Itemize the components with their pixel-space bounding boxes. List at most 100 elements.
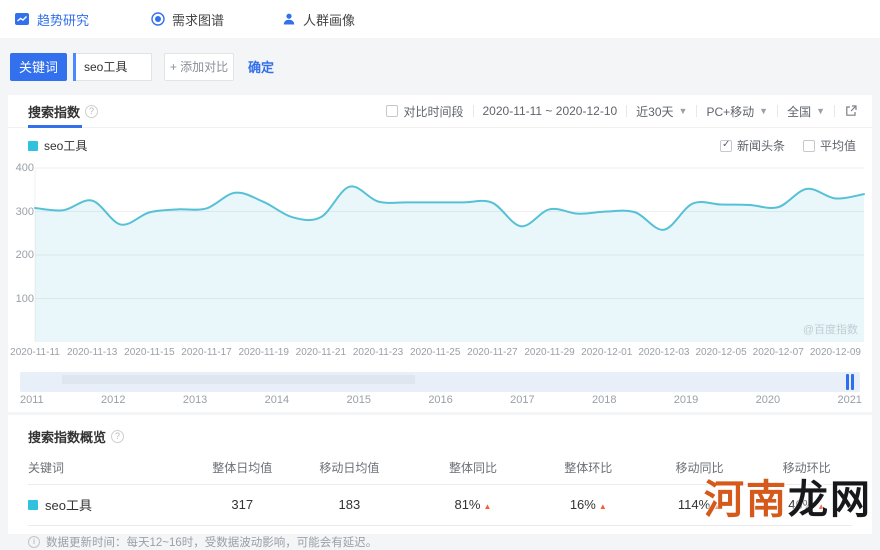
col-overall-mom: 整体环比: [538, 452, 638, 485]
col-keyword: 关键词: [28, 452, 193, 485]
x-tick-label: 2020-11-29: [524, 347, 575, 358]
timeline-year-label: 2017: [510, 394, 535, 406]
col-mobile-mom: 移动环比: [761, 452, 852, 485]
time-range-select[interactable]: 近30天 ▼: [636, 103, 687, 120]
active-tab-indicator: [28, 125, 82, 128]
timeline-year-label: 2016: [428, 394, 453, 406]
tab-search-index-label: 搜索指数: [28, 104, 81, 120]
chart-watermark: @百度指数: [802, 324, 858, 336]
y-tick-label: 100: [15, 292, 34, 305]
tab-row: 搜索指数 对比时间段 2020-11-11 ~ 2020-12-10 近30天 …: [8, 95, 872, 128]
search-index-card: 搜索指数 对比时间段 2020-11-11 ~ 2020-12-10 近30天 …: [8, 95, 872, 412]
up-arrow-icon: ▲: [713, 502, 722, 511]
keyword-input-wrap: [73, 52, 152, 81]
divider: [834, 105, 835, 117]
date-range-value: 2020-11-11 ~ 2020-12-10: [482, 104, 618, 118]
compare-period-checkbox[interactable]: 对比时间段: [386, 103, 464, 120]
device-value: PC+移动: [706, 104, 755, 119]
up-arrow-icon: ▲: [483, 502, 492, 511]
average-label: 平均值: [819, 139, 856, 153]
keyword-input[interactable]: [76, 52, 152, 81]
region-value: 全国: [787, 104, 812, 119]
tab-search-index[interactable]: 搜索指数: [28, 102, 99, 121]
keyword-cell: seo工具: [28, 495, 193, 514]
timeline-year-label: 2015: [346, 394, 371, 406]
x-tick-label: 2020-11-15: [124, 347, 175, 358]
x-tick-label: 2020-11-27: [467, 347, 518, 358]
nav-demand-map-label: 需求图谱: [172, 12, 225, 28]
slider-preview: [62, 375, 415, 384]
divider: [626, 105, 628, 117]
y-tick-label: 200: [15, 249, 34, 261]
legend-row: seo工具 新闻头条 平均值: [8, 128, 872, 163]
date-range-picker[interactable]: 2020-11-11 ~ 2020-12-10: [483, 104, 618, 118]
series-swatch-icon: [28, 140, 38, 151]
trend-chart-icon: [15, 13, 29, 25]
divider: [696, 105, 698, 117]
timeline-year-label: 2014: [264, 394, 290, 406]
x-tick-label: 2020-12-01: [581, 347, 633, 358]
trend-chart: 400 300 200 100 @百度指数: [8, 162, 872, 343]
overview-title: 搜索指数概览: [28, 430, 107, 445]
x-tick-label: 2020-11-17: [181, 347, 232, 358]
average-toggle[interactable]: 平均值: [802, 137, 856, 154]
mobile-yoy-value: 114%: [677, 497, 711, 512]
checkbox-icon[interactable]: [802, 139, 815, 152]
chart-toolbar: 对比时间段 2020-11-11 ~ 2020-12-10 近30天 ▼ PC+…: [386, 103, 858, 120]
share-export-icon[interactable]: [844, 104, 858, 118]
y-tick-label: 300: [15, 205, 34, 218]
help-icon[interactable]: [111, 430, 125, 443]
table-header-row: 关键词 整体日均值 移动日均值 整体同比 整体环比 移动同比 移动环比: [28, 452, 852, 485]
overlay-toggles: 新闻头条 平均值: [719, 137, 856, 154]
footnote-text: 数据更新时间：每天12~16时，受数据波动影响，可能会有延迟。: [46, 537, 378, 549]
x-tick-label: 2020-11-23: [352, 347, 404, 358]
mobile-mom-value: 46%: [788, 497, 815, 512]
checkbox-icon[interactable]: [386, 105, 399, 117]
overview-card: 搜索指数概览 关键词 整体日均值 移动日均值 整体同比 整体环比 移动同比 移动…: [8, 415, 872, 549]
news-headline-label: 新闻头条: [736, 139, 785, 153]
x-tick-label: 2020-12-07: [752, 347, 804, 358]
nav-audience-profile[interactable]: 人群画像: [282, 10, 355, 29]
radio-dot-icon: [151, 12, 165, 26]
data-update-footnote: 数据更新时间：每天12~16时，受数据波动影响，可能会有延迟。: [28, 534, 852, 550]
person-icon: [283, 13, 295, 25]
x-axis-labels: 2020-11-11 2020-11-13 2020-11-15 2020-11-17…: [8, 343, 872, 363]
x-tick-label: 2020-11-21: [295, 347, 347, 358]
trend-chart-svg: [34, 167, 865, 342]
x-tick-label: 2020-12-03: [638, 347, 690, 358]
checkbox-icon[interactable]: [719, 139, 732, 152]
nav-audience-profile-label: 人群画像: [303, 12, 356, 28]
slider-handle[interactable]: [846, 374, 854, 390]
timeline-year-label: 2019: [673, 394, 699, 406]
region-select[interactable]: 全国 ▼: [787, 103, 825, 120]
keyword-value: seo工具: [45, 498, 92, 513]
timeline-years: 2011 2012 2013 2014 2015 2016 2017 2018 2019 2020…: [20, 394, 862, 406]
device-select[interactable]: PC+移动 ▼: [706, 103, 768, 120]
compare-period-label: 对比时间段: [403, 104, 464, 119]
chevron-down-icon: ▼: [816, 106, 825, 116]
add-compare-button[interactable]: + 添加对比: [164, 52, 234, 81]
x-tick-label: 2020-12-09: [809, 347, 861, 358]
keyword-button[interactable]: 关键词: [10, 52, 67, 81]
nav-demand-map[interactable]: 需求图谱: [151, 10, 224, 29]
x-tick-label: 2020-11-11: [10, 347, 60, 358]
chevron-down-icon: ▼: [759, 106, 769, 116]
x-tick-label: 2020-12-05: [695, 347, 747, 358]
timeline-year-label: 2021: [837, 394, 862, 406]
col-mobile-daily-avg: 移动日均值: [291, 452, 408, 485]
up-arrow-icon: ▲: [817, 502, 826, 511]
legend-item-seo[interactable]: seo工具: [28, 137, 87, 154]
nav-trend-research[interactable]: 趋势研究: [14, 10, 89, 29]
news-headline-toggle[interactable]: 新闻头条: [719, 137, 785, 154]
chevron-down-icon: ▼: [678, 106, 688, 116]
overview-table: 关键词 整体日均值 移动日均值 整体同比 整体环比 移动同比 移动环比 seo工…: [28, 452, 852, 526]
x-tick-label: 2020-11-13: [66, 347, 118, 358]
timeline-year-label: 2018: [591, 394, 617, 406]
x-tick-label: 2020-11-25: [409, 347, 461, 358]
top-nav: 趋势研究 需求图谱 人群画像: [0, 0, 880, 38]
timeline-slider[interactable]: [20, 372, 860, 392]
help-icon[interactable]: [85, 104, 99, 118]
x-tick-label: 2020-11-19: [238, 347, 289, 358]
col-overall-yoy: 整体同比: [407, 452, 539, 485]
confirm-button[interactable]: 确定: [248, 57, 274, 76]
